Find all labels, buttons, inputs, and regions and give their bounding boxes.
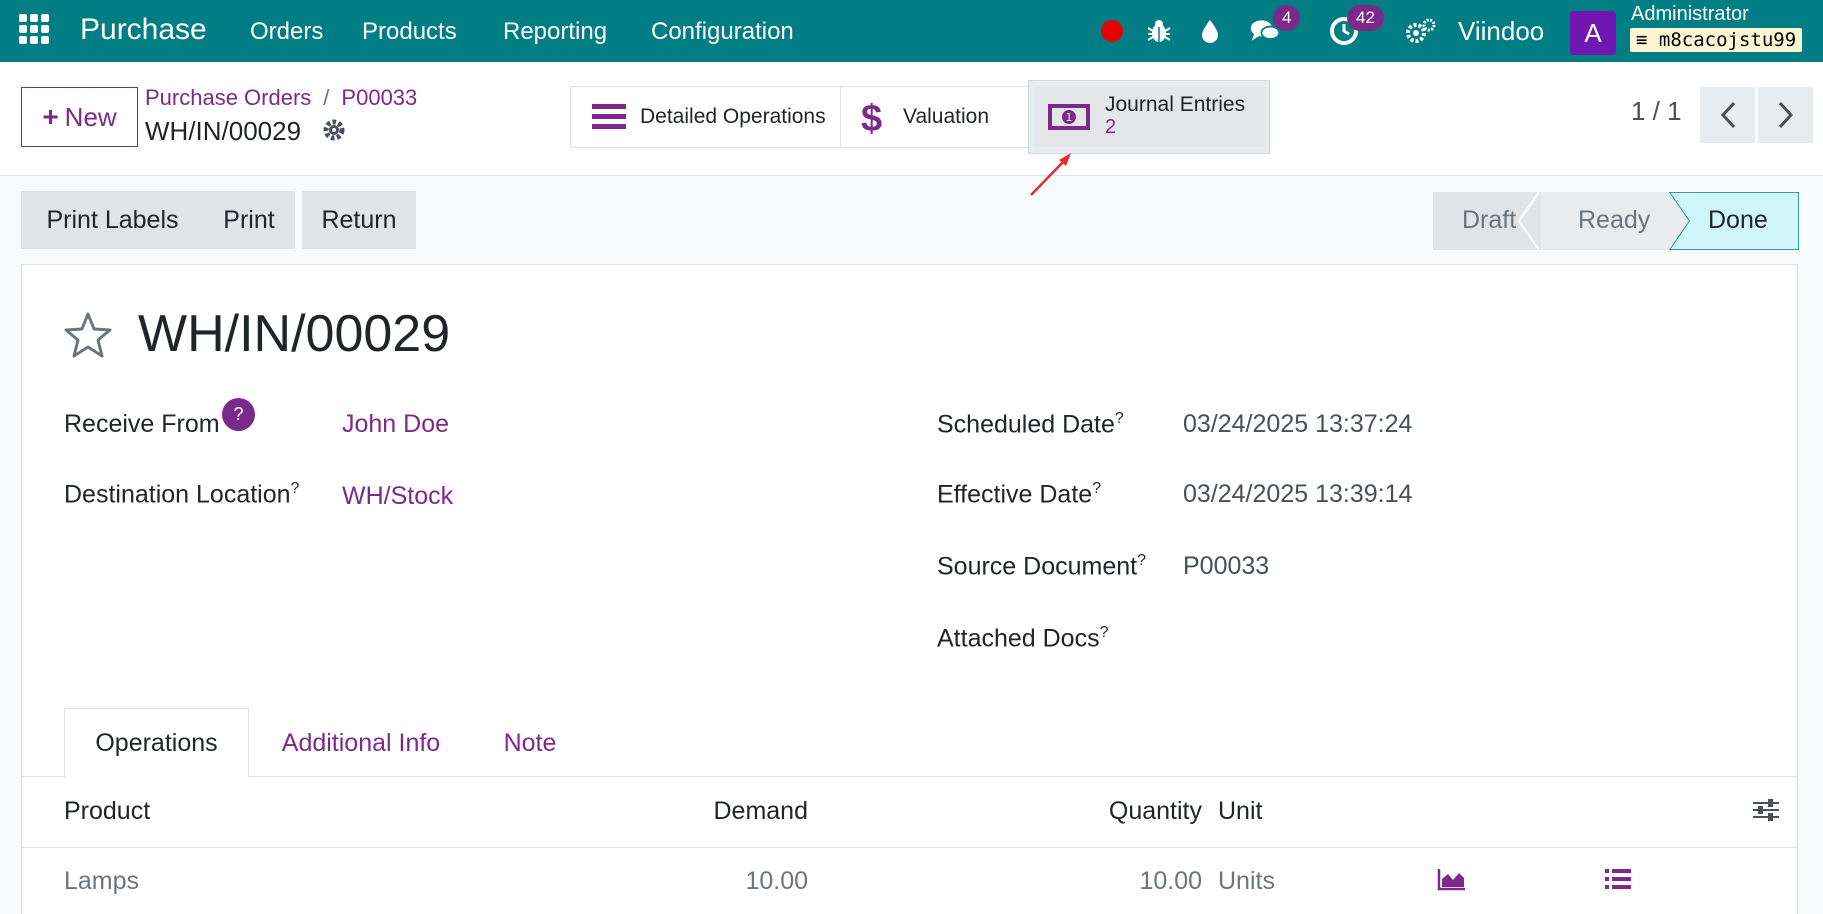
database-name: ≡ m8cacojstu99 (1630, 28, 1803, 52)
source-document-label: Source Document? (937, 552, 1146, 581)
journal-entries-button[interactable]: 1 Journal Entries 2 (1028, 80, 1270, 154)
detailed-operations-label: Detailed Operations (640, 105, 826, 128)
status-draft[interactable]: Draft (1462, 206, 1516, 235)
forecast-chart-icon[interactable] (1437, 867, 1467, 896)
breadcrumb-po[interactable]: P00033 (341, 85, 417, 110)
annotation-arrow (1030, 153, 1071, 196)
new-button-label: New (64, 101, 117, 132)
top-navbar: Purchase Orders Products Reporting Confi… (0, 0, 1823, 62)
destination-location-value[interactable]: WH/Stock (342, 482, 453, 511)
recording-icon[interactable] (1101, 20, 1123, 42)
row-product: Lamps (64, 867, 140, 895)
bars-icon (592, 102, 626, 137)
menu-products[interactable]: Products (362, 18, 457, 46)
droplet-icon[interactable] (1194, 15, 1226, 47)
breadcrumb-separator: / (323, 85, 330, 110)
scheduled-date-value: 03/24/2025 13:37:24 (1183, 410, 1413, 438)
settings-icon[interactable] (1405, 15, 1437, 47)
record-gear-icon[interactable] (321, 117, 347, 143)
menu-orders[interactable]: Orders (250, 18, 323, 46)
source-document-value: P00033 (1183, 552, 1270, 580)
print-labels-button[interactable]: Print Labels (21, 191, 204, 249)
menu-reporting[interactable]: Reporting (503, 18, 607, 46)
detailed-operations-button[interactable]: Detailed Operations (570, 86, 841, 148)
destination-location-text: Destination Location (64, 480, 291, 509)
app-grid-icon[interactable] (19, 14, 49, 44)
record-title: WH/IN/00029 (138, 305, 451, 363)
new-button[interactable]: + New (21, 87, 138, 147)
valuation-label: Valuation (903, 105, 990, 128)
bug-icon[interactable] (1143, 15, 1175, 47)
tab-note[interactable]: Note (490, 708, 570, 778)
column-product[interactable]: Product (64, 797, 150, 826)
plus-icon: + (42, 101, 59, 132)
journal-entries-count: 2 (1105, 116, 1117, 138)
scheduled-date-label: Scheduled Date? (937, 410, 1124, 439)
status-done[interactable]: Done (1708, 206, 1768, 235)
control-panel: + New Purchase Orders / P00033 WH/IN/00029 … (0, 62, 1823, 176)
optional-columns-icon[interactable] (1752, 797, 1780, 828)
tab-operations[interactable]: Operations (64, 708, 249, 778)
column-quantity[interactable]: Quantity (1000, 797, 1202, 826)
column-unit[interactable]: Unit (1218, 797, 1262, 826)
chevron-right-icon (1778, 101, 1793, 129)
row-unit: Units (1218, 867, 1275, 895)
current-record-name: WH/IN/00029 (145, 116, 302, 146)
journal-entries-label: Journal Entries (1105, 93, 1246, 116)
company-switcher[interactable]: Viindoo (1458, 16, 1544, 47)
return-button[interactable]: Return (302, 191, 416, 249)
tab-additional-info[interactable]: Additional Info (262, 708, 460, 778)
details-list-icon[interactable] (1604, 867, 1632, 896)
breadcrumb-purchase-orders[interactable]: Purchase Orders (145, 85, 311, 110)
pager-next-button[interactable] (1758, 87, 1813, 143)
messages-badge: 4 (1273, 5, 1301, 31)
menu-configuration[interactable]: Configuration (651, 18, 794, 46)
attached-docs-label: Attached Docs? (937, 624, 1109, 653)
scheduled-date-text: Scheduled Date (937, 410, 1115, 439)
dollar-icon: $ (861, 98, 883, 140)
effective-date-label: Effective Date? (937, 480, 1101, 509)
breadcrumb: Purchase Orders / P00033 (145, 85, 417, 111)
activities-badge: 42 (1347, 5, 1384, 31)
favorite-star-icon[interactable] (63, 311, 113, 359)
user-name[interactable]: Administrator (1631, 3, 1749, 26)
row-quantity: 10.00 (1139, 867, 1202, 895)
database-icon: ≡ (1636, 29, 1648, 51)
header-divider (21, 847, 1798, 848)
attached-docs-text: Attached Docs (937, 624, 1100, 653)
column-demand[interactable]: Demand (640, 797, 809, 826)
status-ready[interactable]: Ready (1578, 206, 1650, 235)
user-avatar[interactable]: A (1570, 11, 1616, 55)
scheduled-help-mark[interactable]: ? (1115, 410, 1124, 427)
valuation-button[interactable]: $ Valuation (840, 86, 1030, 148)
chevron-left-icon (1720, 101, 1735, 129)
app-name[interactable]: Purchase (80, 13, 207, 47)
pager-value[interactable]: 1 / 1 (1631, 96, 1682, 127)
help-question-icon[interactable]: ? (222, 398, 255, 431)
effective-help-mark[interactable]: ? (1092, 480, 1101, 497)
receive-from-label: Receive From (64, 410, 220, 438)
svg-text:1: 1 (1066, 111, 1073, 124)
destination-help-mark[interactable]: ? (291, 480, 300, 497)
pager-previous-button[interactable] (1700, 87, 1755, 143)
row-demand: 10.00 (745, 867, 808, 895)
effective-date-value: 03/24/2025 13:39:14 (1183, 480, 1413, 508)
effective-date-text: Effective Date (937, 480, 1093, 509)
source-help-mark[interactable]: ? (1137, 552, 1146, 569)
database-label: m8cacojstu99 (1658, 29, 1797, 51)
source-document-text: Source Document (937, 552, 1138, 581)
attached-help-mark[interactable]: ? (1100, 624, 1109, 641)
print-button[interactable]: Print (203, 191, 295, 249)
money-bill-icon: 1 (1047, 101, 1091, 138)
destination-location-label: Destination Location? (64, 480, 299, 509)
receive-from-value[interactable]: John Doe (342, 410, 449, 439)
